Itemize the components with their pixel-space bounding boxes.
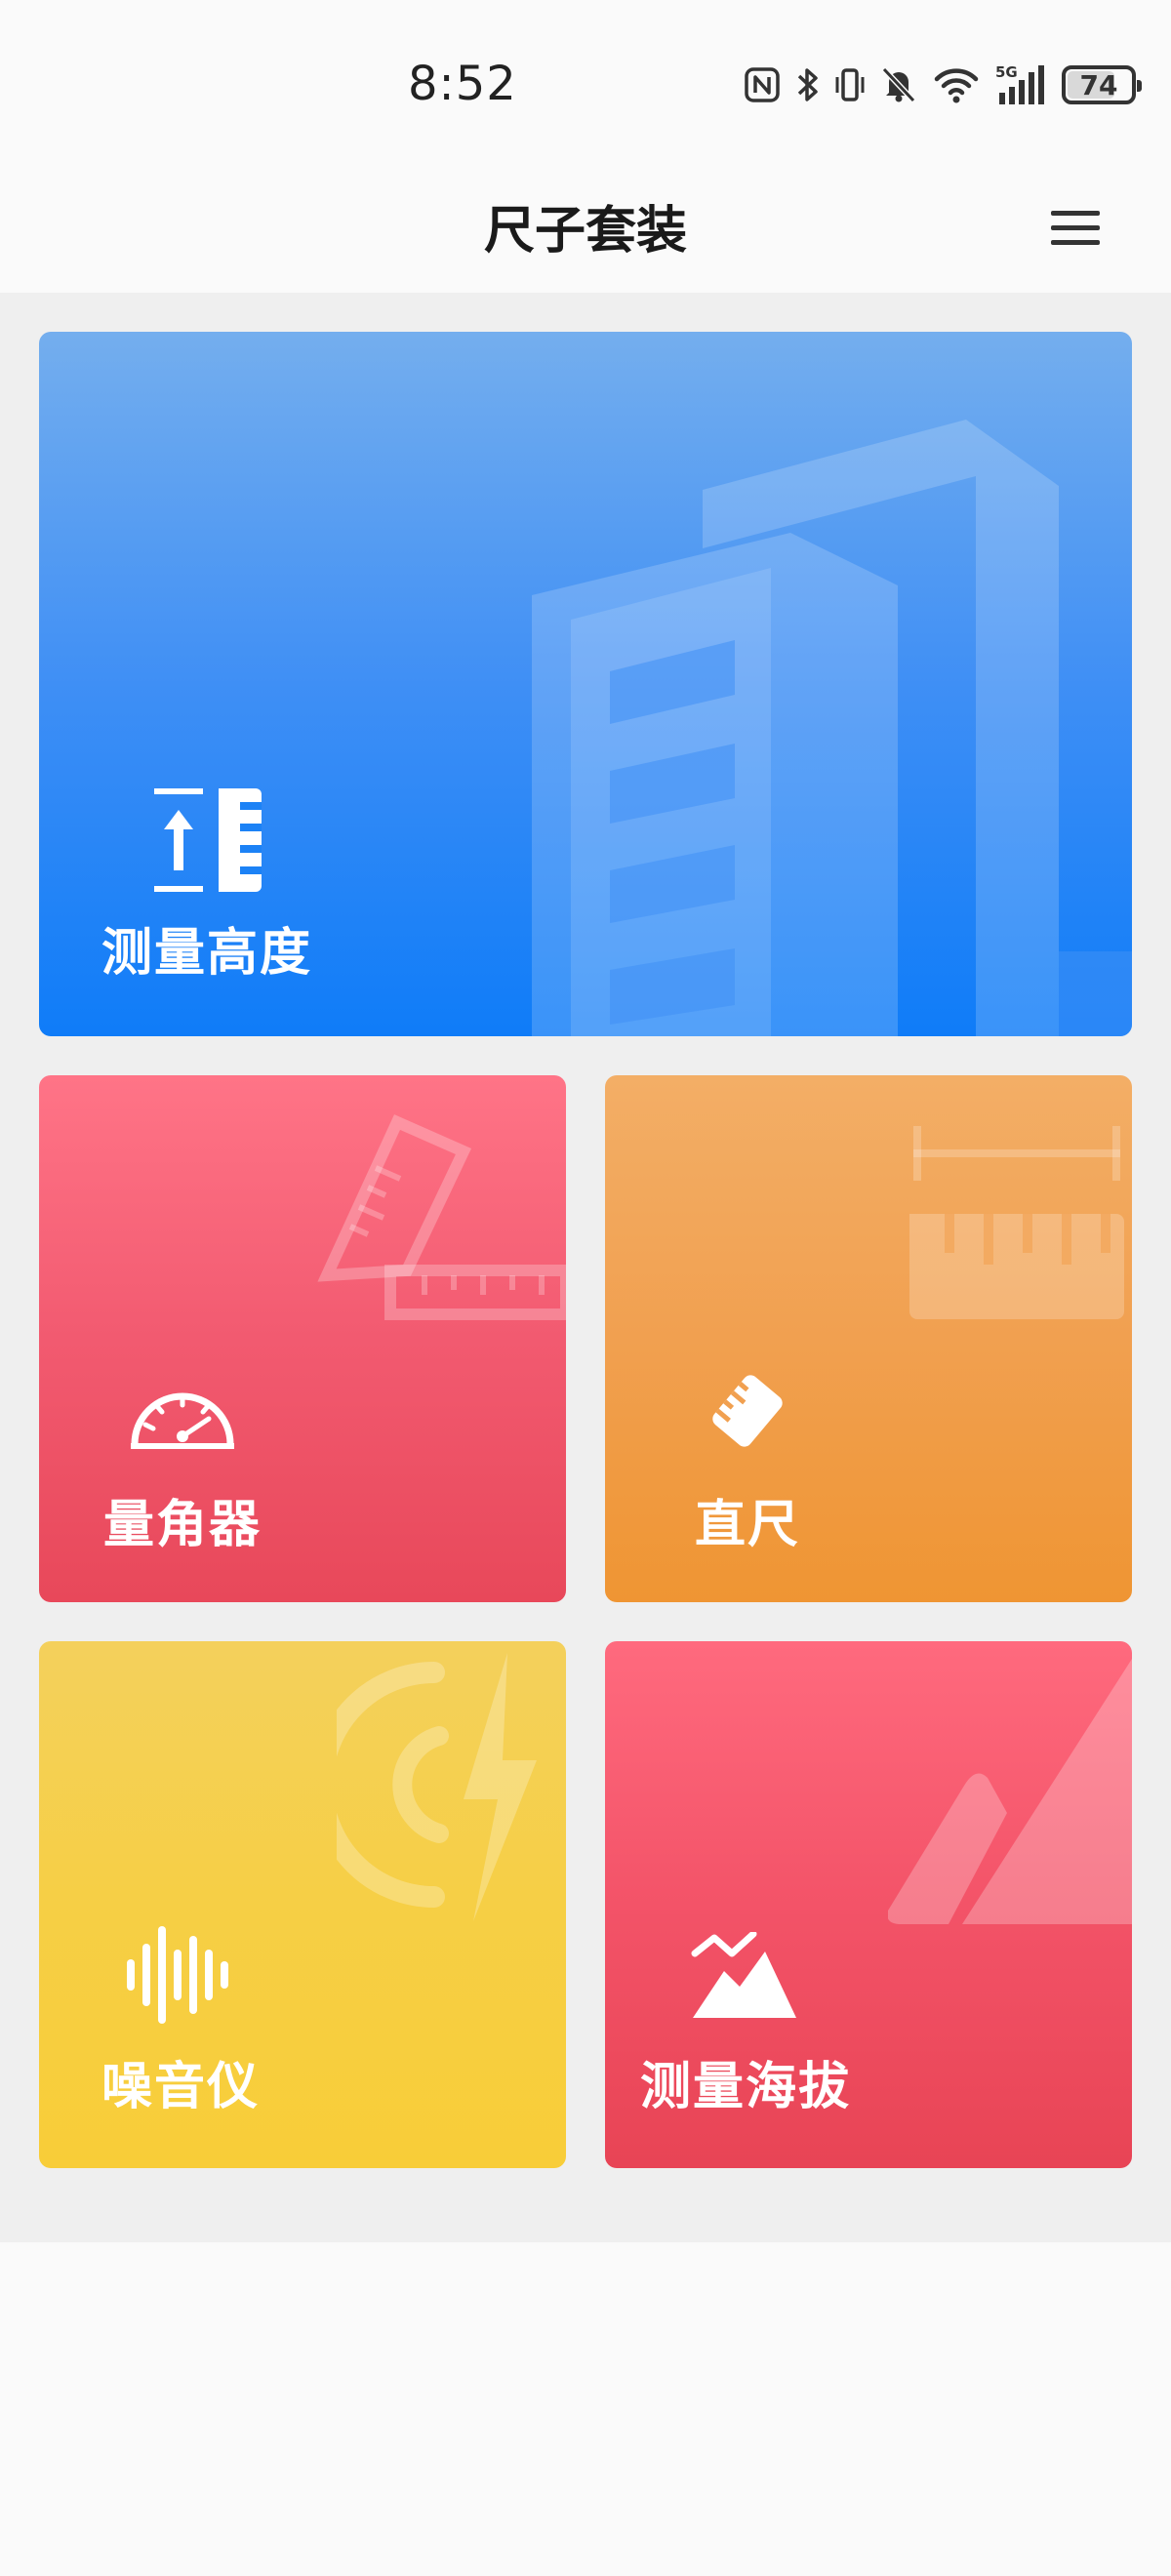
ruler-illustration-icon (909, 1126, 1124, 1319)
measure-height-card[interactable]: 测量高度 (39, 332, 1132, 1036)
noise-meter-card[interactable]: 噪音仪 (39, 1641, 566, 2168)
vibrate-icon (835, 68, 865, 101)
altitude-card[interactable]: 测量海拔 (605, 1641, 1132, 2168)
status-time: 8:52 (408, 57, 517, 111)
altitude-label: 测量海拔 (640, 2058, 852, 2116)
tools-grid: 测量高度 量角器 直尺 噪音仪 测量海拔 (0, 293, 1171, 2242)
sound-wave-icon (127, 1926, 228, 2024)
hamburger-menu-icon (1051, 211, 1100, 245)
bluetooth-icon (797, 68, 818, 101)
nfc-icon (745, 67, 780, 102)
sound-lightning-illustration-icon (337, 1653, 537, 1921)
status-icons: 5G 74 (744, 60, 1142, 109)
gauge-icon (131, 1392, 234, 1449)
signal-5g-icon: 5G (995, 63, 1044, 104)
menu-button[interactable] (1044, 197, 1107, 260)
status-bar: 8:52 5G 74 (0, 0, 1171, 166)
battery-icon: 74 (1062, 65, 1142, 104)
mountain-chart-icon (691, 1932, 796, 2018)
page-title: 尺子套装 (483, 202, 687, 261)
ruler-card[interactable]: 直尺 (605, 1075, 1132, 1602)
ruler-icon (712, 1375, 783, 1447)
protractor-label: 量角器 (103, 1496, 262, 1554)
bottom-area (0, 2242, 1171, 2576)
mountain-illustration-icon (888, 1659, 1132, 1924)
noise-meter-label: 噪音仪 (101, 2058, 261, 2116)
building-illustration-icon (532, 420, 1132, 1036)
app-bar: 尺子套装 (0, 166, 1171, 293)
svg-text:5G: 5G (995, 63, 1018, 81)
wifi-icon (934, 68, 979, 103)
mute-icon (881, 66, 916, 103)
battery-level: 74 (1079, 68, 1118, 101)
ruler-label: 直尺 (695, 1496, 801, 1554)
measure-height-icon (154, 788, 262, 892)
angle-ruler-illustration-icon (317, 1114, 566, 1320)
protractor-card[interactable]: 量角器 (39, 1075, 566, 1602)
measure-height-label: 测量高度 (101, 924, 313, 983)
